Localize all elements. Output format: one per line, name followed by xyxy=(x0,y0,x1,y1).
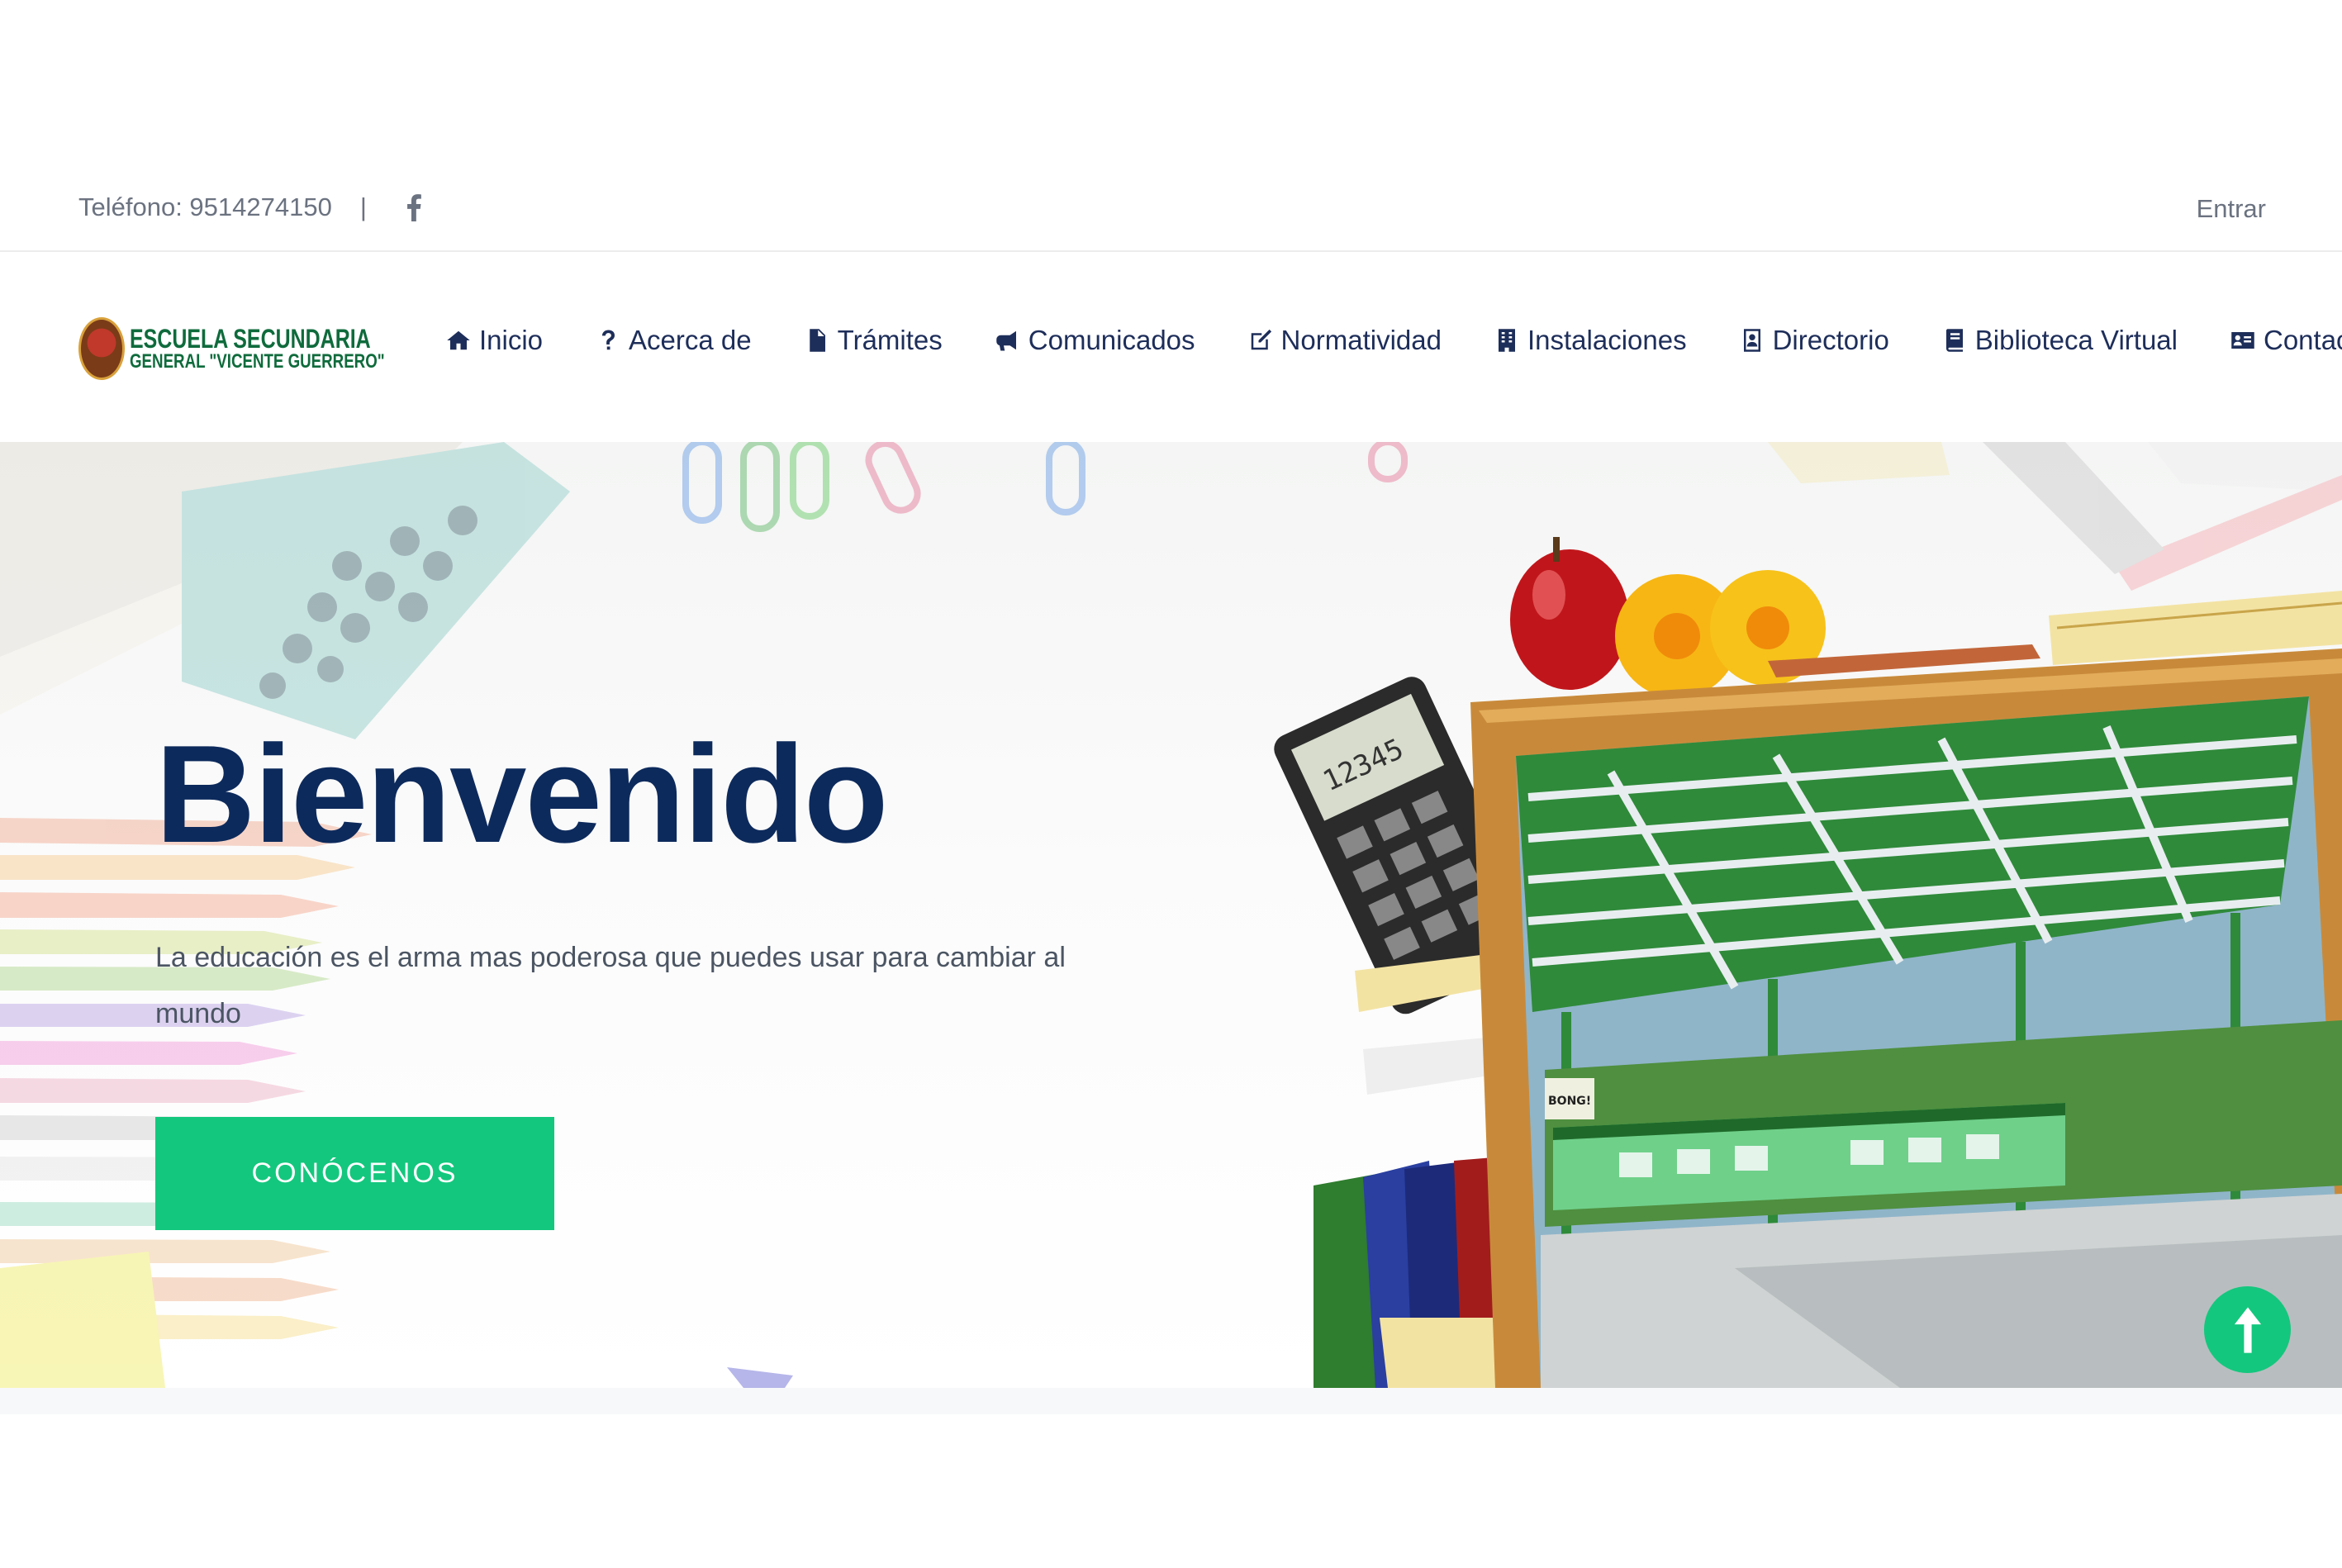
school-logo[interactable]: ESCUELA SECUNDARIA GENERAL "VICENTE GUER… xyxy=(78,316,385,382)
nav-item-normatividad[interactable]: Normatividad xyxy=(1248,325,1442,356)
nav-item-instalaciones[interactable]: Instalaciones xyxy=(1494,325,1687,356)
nav-item-contacto[interactable]: Contacto xyxy=(2230,325,2342,356)
nav-item-directorio[interactable]: Directorio xyxy=(1740,325,1889,356)
id-card-icon xyxy=(2231,332,2254,349)
contact-book-icon xyxy=(1743,329,1760,352)
nav-item-comunicados[interactable]: Comunicados xyxy=(995,325,1195,356)
arrow-up-icon xyxy=(2234,1306,2261,1353)
question-icon xyxy=(601,330,615,350)
home-icon xyxy=(447,330,470,350)
logo-line-2: GENERAL "VICENTE GUERRERO" xyxy=(130,350,385,373)
facebook-icon[interactable] xyxy=(405,193,423,221)
sign-text: BONG! xyxy=(1548,1095,1591,1108)
main-menu: Inicio Acerca de Trámites Comunicados No… xyxy=(446,325,2342,356)
nav-item-label: Directorio xyxy=(1772,325,1889,355)
hero-title: Bienvenido xyxy=(155,716,888,872)
nav-item-label: Contacto xyxy=(2264,325,2342,355)
scroll-to-top-button[interactable] xyxy=(2204,1286,2291,1373)
nav-item-label: Acerca de xyxy=(629,325,752,355)
phone-text: Teléfono: 9514274150 xyxy=(78,192,332,221)
conocenos-button[interactable]: CONÓCENOS xyxy=(155,1117,554,1230)
hero-subtitle: La educación es el arma mas poderosa que… xyxy=(155,942,1066,1029)
hero-section: 12345 BONG! Bienvenido La educación es e… xyxy=(0,442,2342,1388)
logo-emblem xyxy=(78,317,125,380)
nav-item-acerca-de[interactable]: Acerca de xyxy=(596,325,752,356)
top-bar-contact: Teléfono: 9514274150 | xyxy=(78,192,423,222)
nav-item-inicio[interactable]: Inicio xyxy=(446,325,543,356)
nav-item-label: Inicio xyxy=(479,325,544,355)
top-bar: Teléfono: 9514274150 | Entrar xyxy=(0,169,2342,252)
edit-icon xyxy=(1251,329,1271,350)
logo-text: ESCUELA SECUNDARIA GENERAL "VICENTE GUER… xyxy=(130,325,385,372)
login-link[interactable]: Entrar xyxy=(2197,194,2266,224)
nav-item-label: Trámites xyxy=(837,325,943,355)
hero-bottom-strip xyxy=(0,1388,2342,1414)
nav-item-tramites[interactable]: Trámites xyxy=(805,325,943,356)
building-icon xyxy=(1498,329,1515,352)
top-bar-separator: | xyxy=(359,192,367,221)
nav-item-label: Biblioteca Virtual xyxy=(1974,325,2178,355)
book-icon xyxy=(1945,329,1963,352)
nav-item-label: Comunicados xyxy=(1028,325,1195,355)
hero-background-illustration: 12345 BONG! xyxy=(0,442,2342,1388)
document-icon xyxy=(809,329,825,352)
main-navbar: ESCUELA SECUNDARIA GENERAL "VICENTE GUER… xyxy=(0,254,2342,442)
nav-item-label: Instalaciones xyxy=(1527,325,1687,355)
logo-line-1: ESCUELA SECUNDARIA xyxy=(130,324,371,354)
nav-item-label: Normatividad xyxy=(1280,325,1442,355)
megaphone-icon xyxy=(996,330,1016,351)
nav-item-biblioteca-virtual[interactable]: Biblioteca Virtual xyxy=(1942,325,2178,356)
